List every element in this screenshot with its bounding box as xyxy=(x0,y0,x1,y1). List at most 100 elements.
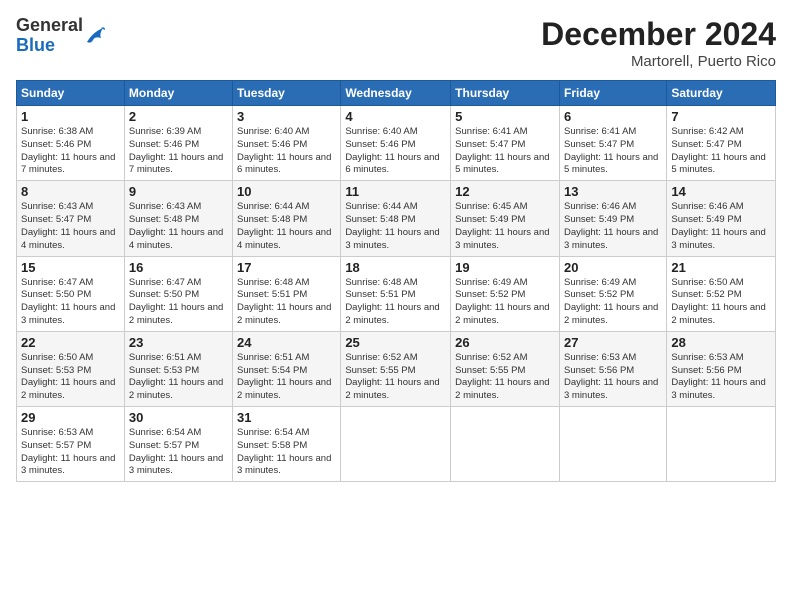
logo: General Blue xyxy=(16,16,105,56)
day-number: 11 xyxy=(345,184,446,199)
day-number: 6 xyxy=(564,109,662,124)
calendar-cell: 17 Sunrise: 6:48 AM Sunset: 5:51 PM Dayli… xyxy=(233,256,341,331)
day-info: Sunrise: 6:53 AM Sunset: 5:57 PM Dayligh… xyxy=(21,427,120,478)
calendar-cell: 5 Sunrise: 6:41 AM Sunset: 5:47 PM Daylig… xyxy=(451,106,560,181)
day-number: 14 xyxy=(671,184,771,199)
day-number: 28 xyxy=(671,335,771,350)
calendar-body: 1 Sunrise: 6:38 AM Sunset: 5:46 PM Daylig… xyxy=(17,106,776,482)
calendar-cell: 1 Sunrise: 6:38 AM Sunset: 5:46 PM Daylig… xyxy=(17,106,125,181)
day-info: Sunrise: 6:46 AM Sunset: 5:49 PM Dayligh… xyxy=(564,201,662,252)
calendar-header: SundayMondayTuesdayWednesdayThursdayFrid… xyxy=(17,81,776,106)
calendar-cell xyxy=(667,407,776,482)
day-number: 2 xyxy=(129,109,228,124)
calendar-table: SundayMondayTuesdayWednesdayThursdayFrid… xyxy=(16,80,776,482)
calendar-week-row: 22Sunrise: 6:50 AM Sunset: 5:53 PM Dayli… xyxy=(17,331,776,406)
calendar-cell: 31 Sunrise: 6:54 AM Sunset: 5:58 PM Dayli… xyxy=(233,407,341,482)
day-of-week-header: Friday xyxy=(559,81,666,106)
bird-icon xyxy=(85,24,105,48)
day-info: Sunrise: 6:40 AM Sunset: 5:46 PM Dayligh… xyxy=(345,126,446,177)
day-info: Sunrise: 6:50 AM Sunset: 5:53 PM Dayligh… xyxy=(21,352,120,403)
day-of-week-header: Tuesday xyxy=(233,81,341,106)
page: General Blue December 2024 Martorell, Pu… xyxy=(0,0,792,612)
day-info: Sunrise: 6:49 AM Sunset: 5:52 PM Dayligh… xyxy=(564,277,662,328)
day-info: Sunrise: 6:48 AM Sunset: 5:51 PM Dayligh… xyxy=(345,277,446,328)
day-info: Sunrise: 6:46 AM Sunset: 5:49 PM Dayligh… xyxy=(671,201,771,252)
day-info: Sunrise: 6:48 AM Sunset: 5:51 PM Dayligh… xyxy=(237,277,336,328)
day-number: 30 xyxy=(129,410,228,425)
day-number: 25 xyxy=(345,335,446,350)
day-number: 16 xyxy=(129,260,228,275)
day-number: 21 xyxy=(671,260,771,275)
calendar-week-row: 29 Sunrise: 6:53 AM Sunset: 5:57 PM Dayli… xyxy=(17,407,776,482)
day-number: 8 xyxy=(21,184,120,199)
day-number: 31 xyxy=(237,410,336,425)
day-info: Sunrise: 6:41 AM Sunset: 5:47 PM Dayligh… xyxy=(455,126,555,177)
calendar-cell: 2 Sunrise: 6:39 AM Sunset: 5:46 PM Daylig… xyxy=(124,106,232,181)
day-number: 5 xyxy=(455,109,555,124)
calendar-cell: 23Sunrise: 6:51 AM Sunset: 5:53 PM Dayli… xyxy=(124,331,232,406)
calendar-week-row: 1 Sunrise: 6:38 AM Sunset: 5:46 PM Daylig… xyxy=(17,106,776,181)
calendar-cell: 26Sunrise: 6:52 AM Sunset: 5:55 PM Dayli… xyxy=(451,331,560,406)
calendar-cell: 22Sunrise: 6:50 AM Sunset: 5:53 PM Dayli… xyxy=(17,331,125,406)
calendar-cell: 29 Sunrise: 6:53 AM Sunset: 5:57 PM Dayli… xyxy=(17,407,125,482)
day-number: 26 xyxy=(455,335,555,350)
calendar-cell: 3Sunrise: 6:40 AM Sunset: 5:46 PM Daylig… xyxy=(233,106,341,181)
calendar-cell: 28 Sunrise: 6:53 AM Sunset: 5:56 PM Dayli… xyxy=(667,331,776,406)
logo-general: General xyxy=(16,16,83,36)
day-number: 19 xyxy=(455,260,555,275)
day-info: Sunrise: 6:43 AM Sunset: 5:47 PM Dayligh… xyxy=(21,201,120,252)
calendar-cell: 10 Sunrise: 6:44 AM Sunset: 5:48 PM Dayli… xyxy=(233,181,341,256)
day-info: Sunrise: 6:47 AM Sunset: 5:50 PM Dayligh… xyxy=(129,277,228,328)
day-info: Sunrise: 6:51 AM Sunset: 5:54 PM Dayligh… xyxy=(237,352,336,403)
day-info: Sunrise: 6:41 AM Sunset: 5:47 PM Dayligh… xyxy=(564,126,662,177)
day-info: Sunrise: 6:38 AM Sunset: 5:46 PM Dayligh… xyxy=(21,126,120,177)
day-number: 10 xyxy=(237,184,336,199)
calendar-cell: 11 Sunrise: 6:44 AM Sunset: 5:48 PM Dayli… xyxy=(341,181,451,256)
day-of-week-header: Monday xyxy=(124,81,232,106)
calendar-cell xyxy=(341,407,451,482)
calendar-cell: 9Sunrise: 6:43 AM Sunset: 5:48 PM Daylig… xyxy=(124,181,232,256)
calendar-cell: 18Sunrise: 6:48 AM Sunset: 5:51 PM Dayli… xyxy=(341,256,451,331)
calendar-cell xyxy=(559,407,666,482)
calendar-cell: 19 Sunrise: 6:49 AM Sunset: 5:52 PM Dayli… xyxy=(451,256,560,331)
calendar-cell: 27Sunrise: 6:53 AM Sunset: 5:56 PM Dayli… xyxy=(559,331,666,406)
day-number: 1 xyxy=(21,109,120,124)
day-number: 7 xyxy=(671,109,771,124)
calendar-cell: 16 Sunrise: 6:47 AM Sunset: 5:50 PM Dayli… xyxy=(124,256,232,331)
day-of-week-header: Sunday xyxy=(17,81,125,106)
calendar-cell: 8 Sunrise: 6:43 AM Sunset: 5:47 PM Daylig… xyxy=(17,181,125,256)
day-number: 12 xyxy=(455,184,555,199)
day-info: Sunrise: 6:53 AM Sunset: 5:56 PM Dayligh… xyxy=(564,352,662,403)
logo-text: General Blue xyxy=(16,16,83,56)
day-number: 4 xyxy=(345,109,446,124)
day-number: 29 xyxy=(21,410,120,425)
day-number: 23 xyxy=(129,335,228,350)
day-info: Sunrise: 6:39 AM Sunset: 5:46 PM Dayligh… xyxy=(129,126,228,177)
day-info: Sunrise: 6:53 AM Sunset: 5:56 PM Dayligh… xyxy=(671,352,771,403)
day-number: 3 xyxy=(237,109,336,124)
day-info: Sunrise: 6:52 AM Sunset: 5:55 PM Dayligh… xyxy=(345,352,446,403)
calendar-week-row: 8 Sunrise: 6:43 AM Sunset: 5:47 PM Daylig… xyxy=(17,181,776,256)
day-info: Sunrise: 6:44 AM Sunset: 5:48 PM Dayligh… xyxy=(237,201,336,252)
day-info: Sunrise: 6:50 AM Sunset: 5:52 PM Dayligh… xyxy=(671,277,771,328)
subtitle: Martorell, Puerto Rico xyxy=(541,53,776,70)
day-of-week-header: Thursday xyxy=(451,81,560,106)
day-number: 24 xyxy=(237,335,336,350)
day-info: Sunrise: 6:44 AM Sunset: 5:48 PM Dayligh… xyxy=(345,201,446,252)
day-info: Sunrise: 6:54 AM Sunset: 5:58 PM Dayligh… xyxy=(237,427,336,478)
day-info: Sunrise: 6:47 AM Sunset: 5:50 PM Dayligh… xyxy=(21,277,120,328)
day-number: 17 xyxy=(237,260,336,275)
day-info: Sunrise: 6:42 AM Sunset: 5:47 PM Dayligh… xyxy=(671,126,771,177)
calendar-cell: 13Sunrise: 6:46 AM Sunset: 5:49 PM Dayli… xyxy=(559,181,666,256)
calendar-cell: 24 Sunrise: 6:51 AM Sunset: 5:54 PM Dayli… xyxy=(233,331,341,406)
day-number: 15 xyxy=(21,260,120,275)
header: General Blue December 2024 Martorell, Pu… xyxy=(16,16,776,70)
day-of-week-header: Saturday xyxy=(667,81,776,106)
day-info: Sunrise: 6:49 AM Sunset: 5:52 PM Dayligh… xyxy=(455,277,555,328)
day-of-week-header: Wednesday xyxy=(341,81,451,106)
calendar-cell: 20 Sunrise: 6:49 AM Sunset: 5:52 PM Dayli… xyxy=(559,256,666,331)
day-number: 20 xyxy=(564,260,662,275)
title-block: December 2024 Martorell, Puerto Rico xyxy=(541,16,776,70)
day-number: 9 xyxy=(129,184,228,199)
calendar-cell: 12Sunrise: 6:45 AM Sunset: 5:49 PM Dayli… xyxy=(451,181,560,256)
